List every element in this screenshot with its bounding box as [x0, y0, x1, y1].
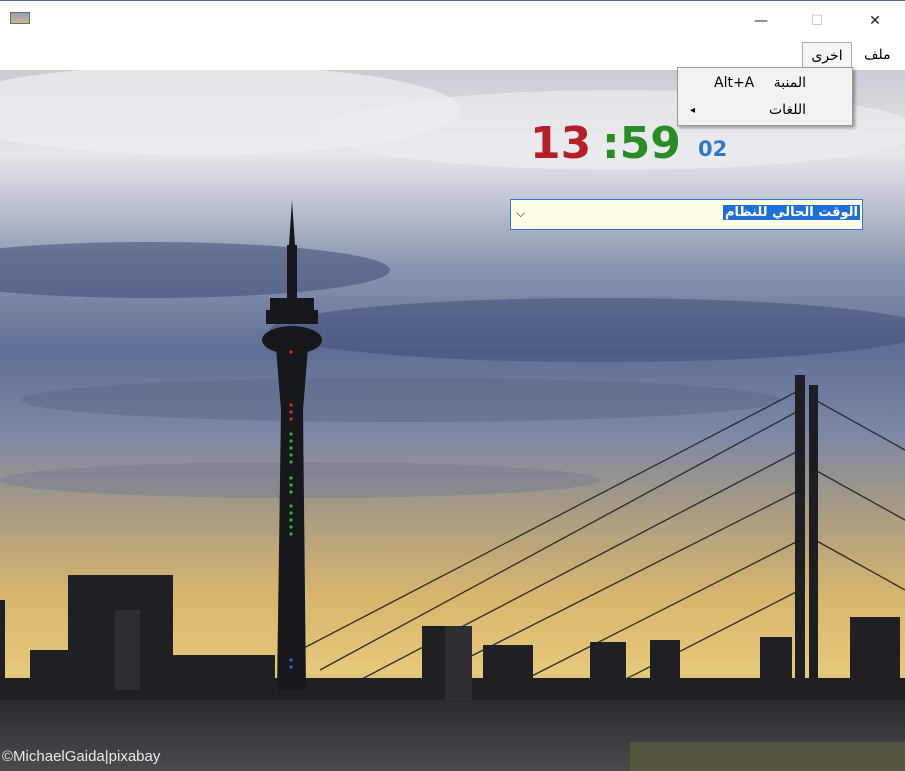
languages-label: اللغات	[769, 102, 806, 118]
menu-other[interactable]: اخرى	[802, 42, 852, 70]
alarm-label: المنبة	[773, 75, 806, 91]
minimize-button[interactable]: —	[738, 1, 784, 40]
menu-bar: اخرى ملف	[0, 40, 905, 70]
chevron-down-icon[interactable]: ⌵	[516, 206, 525, 221]
time-source-value: الوقت الحالي للنظام	[722, 205, 860, 220]
clock-minutes: :59	[602, 118, 681, 169]
clock-seconds: 02	[698, 137, 728, 161]
app-icon	[10, 12, 30, 24]
other-menu-dropdown: Alt+A المنبة ◂ اللغات	[677, 67, 853, 126]
background-photo	[0, 70, 905, 771]
submenu-arrow-icon: ◂	[690, 105, 696, 116]
maximize-button[interactable]: ☐	[794, 1, 840, 40]
clock-hours: 13	[530, 118, 592, 169]
title-bar: — ☐ ✕	[0, 0, 905, 40]
menu-item-languages[interactable]: ◂ اللغات	[678, 98, 852, 124]
menu-item-alarm[interactable]: Alt+A المنبة	[678, 71, 852, 97]
photo-credit: ©MichaelGaida|pixabay	[2, 748, 161, 765]
menu-file[interactable]: ملف	[858, 42, 897, 68]
time-source-select[interactable]: ⌵ الوقت الحالي للنظام	[510, 199, 863, 230]
close-button[interactable]: ✕	[852, 1, 898, 40]
city-skyline-image	[0, 70, 905, 771]
alarm-shortcut: Alt+A	[714, 75, 755, 91]
